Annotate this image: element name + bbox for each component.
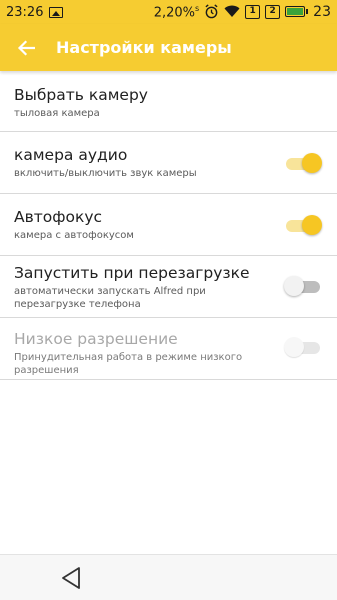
camera-audio-toggle[interactable] — [286, 151, 322, 175]
arrow-back-icon — [17, 39, 35, 56]
start-on-reboot-toggle[interactable] — [284, 274, 320, 298]
status-time: 23:26 — [6, 4, 44, 20]
image-icon — [49, 6, 64, 18]
setting-start-on-reboot[interactable]: Запустить при перезагрузке автоматически… — [0, 256, 337, 318]
setting-low-resolution: Низкое разрешение Принудительная работа … — [0, 318, 337, 380]
alarm-icon — [204, 4, 219, 19]
wifi-icon — [224, 5, 240, 18]
setting-title: камера аудио — [14, 146, 128, 164]
setting-summary: тыловая камера — [14, 108, 100, 119]
nav-back-button[interactable] — [59, 565, 83, 591]
autofocus-toggle[interactable] — [286, 213, 322, 237]
navigation-bar — [0, 554, 337, 600]
settings-list: Выбрать камеру тыловая камера камера ауд… — [0, 71, 337, 380]
sim1-icon: 1 — [245, 4, 261, 19]
setting-camera-audio[interactable]: камера аудио включить/выключить звук кам… — [0, 132, 337, 194]
toggle-thumb — [302, 215, 322, 235]
setting-autofocus[interactable]: Автофокус камера с автофокусом — [0, 194, 337, 256]
toggle-thumb — [284, 337, 304, 357]
toggle-thumb — [284, 276, 304, 296]
setting-summary: включить/выключить звук камеры — [14, 168, 197, 179]
setting-title: Автофокус — [14, 208, 103, 226]
setting-summary: Принудительная работа в режиме низкого р… — [14, 352, 243, 376]
setting-title: Запустить при перезагрузке — [14, 264, 250, 282]
setting-title: Низкое разрешение — [14, 330, 178, 348]
setting-select-camera[interactable]: Выбрать камеру тыловая камера — [0, 71, 337, 132]
nav-back-triangle-icon — [62, 567, 80, 589]
battery-level: 23 — [313, 3, 331, 20]
low-resolution-toggle — [284, 335, 320, 359]
data-rate: 2,20%s — [153, 3, 200, 21]
setting-summary: автоматически запускать Alfred при перез… — [14, 286, 206, 310]
toggle-thumb — [302, 153, 322, 173]
battery-icon — [285, 6, 309, 18]
status-bar: 23:26 2,20%s 1 2 23 — [0, 0, 337, 24]
app-bar: Настройки камеры — [0, 24, 337, 71]
page-title: Настройки камеры — [56, 38, 232, 57]
setting-summary: камера с автофокусом — [14, 230, 134, 241]
setting-title: Выбрать камеру — [14, 86, 148, 104]
back-button[interactable] — [0, 24, 52, 71]
sim2-icon: 2 — [265, 4, 281, 19]
